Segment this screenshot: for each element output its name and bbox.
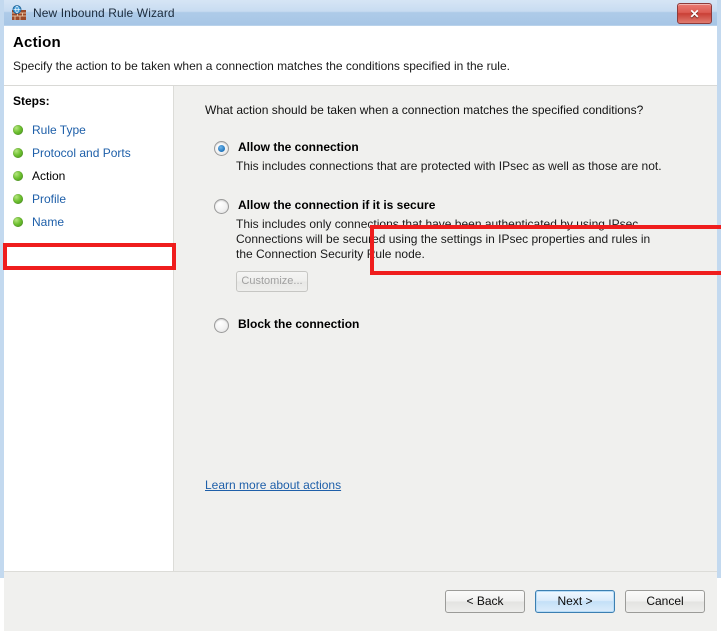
content-pane: What action should be taken when a conne… [174,86,721,571]
option-description: This includes connections that are prote… [236,159,662,173]
sidebar-item-label: Name [32,214,65,229]
radio-block-the-connection[interactable] [214,318,229,333]
radio-allow-the-connection[interactable] [214,141,229,156]
sidebar-item-protocol-and-ports[interactable]: Protocol and Ports [4,141,173,164]
close-icon: ✕ [689,6,700,21]
step-bullet-icon [13,193,23,204]
sidebar-item-rule-type[interactable]: Rule Type [4,118,173,141]
step-bullet-icon [13,170,23,181]
sidebar-item-label: Action [32,168,66,183]
action-prompt: What action should be taken when a conne… [205,103,644,117]
page-subtitle: Specify the action to be taken when a co… [13,59,510,73]
window-title: New Inbound Rule Wizard [33,5,175,20]
sidebar-item-label: Rule Type [32,122,86,137]
option-title: Allow the connection if it is secure [238,198,436,212]
sidebar-item-label: Profile [32,191,67,206]
next-button[interactable]: Next > [535,590,615,613]
firewall-globe-icon [11,4,27,21]
option-allow-the-connection[interactable]: Allow the connection This includes conne… [214,140,717,174]
sidebar-item-name[interactable]: Name [4,210,173,233]
customize-button: Customize... [236,271,308,292]
wizard-body: Steps: Rule Type Protocol and Ports Acti… [3,86,721,571]
radio-allow-if-secure[interactable] [214,199,229,214]
page-title: Action [13,34,61,51]
back-button[interactable]: < Back [445,590,525,613]
sidebar-item-profile[interactable]: Profile [4,187,173,210]
close-button[interactable]: ✕ [677,3,712,24]
cancel-button[interactable]: Cancel [625,590,705,613]
option-title: Block the connection [238,317,360,331]
steps-sidebar: Steps: Rule Type Protocol and Ports Acti… [3,86,176,571]
option-description: This includes only connections that have… [236,217,651,261]
step-bullet-icon [13,147,23,158]
option-allow-if-secure[interactable]: Allow the connection if it is secure Thi… [214,198,717,292]
wizard-footer: < Back Next > Cancel [4,571,717,631]
annotation-rect-action-step [3,243,176,270]
sidebar-item-label: Protocol and Ports [32,145,131,160]
steps-heading: Steps: [13,94,50,108]
option-title: Allow the connection [238,140,359,154]
wizard-window: New Inbound Rule Wizard ✕ Action Specify… [0,0,721,631]
step-bullet-icon [13,216,23,227]
step-bullet-icon [13,124,23,135]
sidebar-item-action[interactable]: Action [4,164,173,187]
page-header: Action Specify the action to be taken wh… [4,26,717,86]
option-block-the-connection[interactable]: Block the connection [214,317,717,333]
title-bar: New Inbound Rule Wizard ✕ [4,0,717,26]
learn-more-link[interactable]: Learn more about actions [205,478,341,492]
